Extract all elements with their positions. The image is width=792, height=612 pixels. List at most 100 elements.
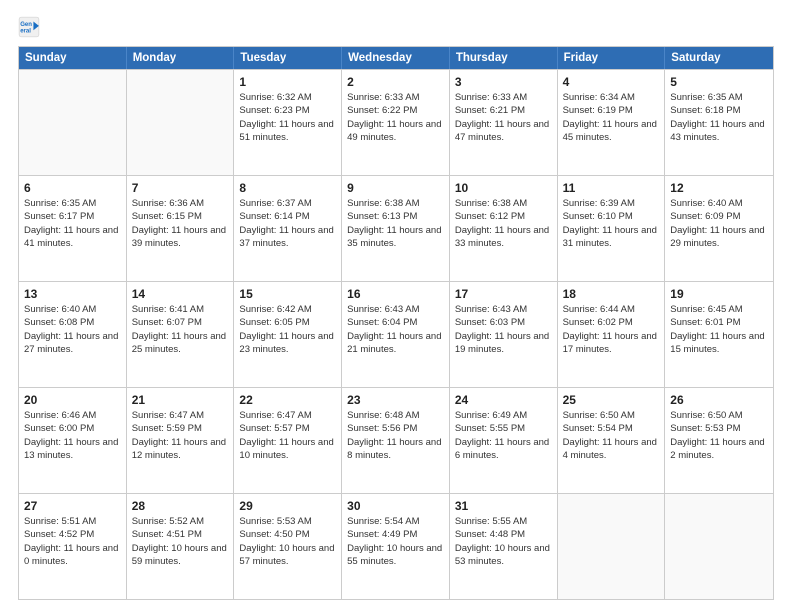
svg-text:eral: eral: [20, 29, 31, 35]
day-cell-2: 2Sunrise: 6:33 AMSunset: 6:22 PMDaylight…: [342, 70, 450, 175]
day-cell-17: 17Sunrise: 6:43 AMSunset: 6:03 PMDayligh…: [450, 282, 558, 387]
day-info-3: Sunrise: 6:33 AMSunset: 6:21 PMDaylight:…: [455, 91, 552, 144]
day-cell-12: 12Sunrise: 6:40 AMSunset: 6:09 PMDayligh…: [665, 176, 773, 281]
day-cell-6: 6Sunrise: 6:35 AMSunset: 6:17 PMDaylight…: [19, 176, 127, 281]
day-info-7: Sunrise: 6:36 AMSunset: 6:15 PMDaylight:…: [132, 197, 229, 250]
day-number-7: 7: [132, 180, 229, 196]
day-cell-16: 16Sunrise: 6:43 AMSunset: 6:04 PMDayligh…: [342, 282, 450, 387]
weekday-header-friday: Friday: [558, 47, 666, 69]
day-info-30: Sunrise: 5:54 AMSunset: 4:49 PMDaylight:…: [347, 515, 444, 568]
day-number-26: 26: [670, 392, 768, 408]
day-number-3: 3: [455, 74, 552, 90]
day-cell-10: 10Sunrise: 6:38 AMSunset: 6:12 PMDayligh…: [450, 176, 558, 281]
day-info-23: Sunrise: 6:48 AMSunset: 5:56 PMDaylight:…: [347, 409, 444, 462]
day-cell-20: 20Sunrise: 6:46 AMSunset: 6:00 PMDayligh…: [19, 388, 127, 493]
weekday-header-wednesday: Wednesday: [342, 47, 450, 69]
day-cell-18: 18Sunrise: 6:44 AMSunset: 6:02 PMDayligh…: [558, 282, 666, 387]
logo-icon: Gen eral: [18, 16, 40, 38]
day-cell-15: 15Sunrise: 6:42 AMSunset: 6:05 PMDayligh…: [234, 282, 342, 387]
day-number-17: 17: [455, 286, 552, 302]
day-cell-21: 21Sunrise: 6:47 AMSunset: 5:59 PMDayligh…: [127, 388, 235, 493]
day-number-9: 9: [347, 180, 444, 196]
day-number-24: 24: [455, 392, 552, 408]
day-info-11: Sunrise: 6:39 AMSunset: 6:10 PMDaylight:…: [563, 197, 660, 250]
day-info-10: Sunrise: 6:38 AMSunset: 6:12 PMDaylight:…: [455, 197, 552, 250]
day-info-5: Sunrise: 6:35 AMSunset: 6:18 PMDaylight:…: [670, 91, 768, 144]
day-info-29: Sunrise: 5:53 AMSunset: 4:50 PMDaylight:…: [239, 515, 336, 568]
day-number-1: 1: [239, 74, 336, 90]
day-number-18: 18: [563, 286, 660, 302]
day-cell-9: 9Sunrise: 6:38 AMSunset: 6:13 PMDaylight…: [342, 176, 450, 281]
empty-cell: [127, 70, 235, 175]
day-number-20: 20: [24, 392, 121, 408]
day-number-6: 6: [24, 180, 121, 196]
day-info-31: Sunrise: 5:55 AMSunset: 4:48 PMDaylight:…: [455, 515, 552, 568]
day-info-6: Sunrise: 6:35 AMSunset: 6:17 PMDaylight:…: [24, 197, 121, 250]
day-info-28: Sunrise: 5:52 AMSunset: 4:51 PMDaylight:…: [132, 515, 229, 568]
day-cell-26: 26Sunrise: 6:50 AMSunset: 5:53 PMDayligh…: [665, 388, 773, 493]
svg-text:Gen: Gen: [20, 22, 32, 28]
page: Gen eral SundayMondayTuesdayWednesdayThu…: [0, 0, 792, 612]
day-cell-4: 4Sunrise: 6:34 AMSunset: 6:19 PMDaylight…: [558, 70, 666, 175]
day-cell-22: 22Sunrise: 6:47 AMSunset: 5:57 PMDayligh…: [234, 388, 342, 493]
day-info-13: Sunrise: 6:40 AMSunset: 6:08 PMDaylight:…: [24, 303, 121, 356]
day-number-8: 8: [239, 180, 336, 196]
day-number-13: 13: [24, 286, 121, 302]
day-info-21: Sunrise: 6:47 AMSunset: 5:59 PMDaylight:…: [132, 409, 229, 462]
day-cell-27: 27Sunrise: 5:51 AMSunset: 4:52 PMDayligh…: [19, 494, 127, 599]
day-number-21: 21: [132, 392, 229, 408]
day-number-2: 2: [347, 74, 444, 90]
header: Gen eral: [18, 16, 774, 38]
week-row-1: 1Sunrise: 6:32 AMSunset: 6:23 PMDaylight…: [19, 69, 773, 175]
day-info-16: Sunrise: 6:43 AMSunset: 6:04 PMDaylight:…: [347, 303, 444, 356]
day-number-11: 11: [563, 180, 660, 196]
day-cell-1: 1Sunrise: 6:32 AMSunset: 6:23 PMDaylight…: [234, 70, 342, 175]
day-cell-8: 8Sunrise: 6:37 AMSunset: 6:14 PMDaylight…: [234, 176, 342, 281]
day-cell-25: 25Sunrise: 6:50 AMSunset: 5:54 PMDayligh…: [558, 388, 666, 493]
day-info-14: Sunrise: 6:41 AMSunset: 6:07 PMDaylight:…: [132, 303, 229, 356]
day-cell-29: 29Sunrise: 5:53 AMSunset: 4:50 PMDayligh…: [234, 494, 342, 599]
day-number-22: 22: [239, 392, 336, 408]
day-number-15: 15: [239, 286, 336, 302]
day-cell-31: 31Sunrise: 5:55 AMSunset: 4:48 PMDayligh…: [450, 494, 558, 599]
day-cell-28: 28Sunrise: 5:52 AMSunset: 4:51 PMDayligh…: [127, 494, 235, 599]
weekday-header-thursday: Thursday: [450, 47, 558, 69]
day-cell-24: 24Sunrise: 6:49 AMSunset: 5:55 PMDayligh…: [450, 388, 558, 493]
day-info-25: Sunrise: 6:50 AMSunset: 5:54 PMDaylight:…: [563, 409, 660, 462]
day-info-2: Sunrise: 6:33 AMSunset: 6:22 PMDaylight:…: [347, 91, 444, 144]
day-info-27: Sunrise: 5:51 AMSunset: 4:52 PMDaylight:…: [24, 515, 121, 568]
weekday-header-sunday: Sunday: [19, 47, 127, 69]
logo: Gen eral: [18, 16, 42, 38]
day-info-8: Sunrise: 6:37 AMSunset: 6:14 PMDaylight:…: [239, 197, 336, 250]
day-number-16: 16: [347, 286, 444, 302]
day-info-19: Sunrise: 6:45 AMSunset: 6:01 PMDaylight:…: [670, 303, 768, 356]
day-info-9: Sunrise: 6:38 AMSunset: 6:13 PMDaylight:…: [347, 197, 444, 250]
calendar-body: 1Sunrise: 6:32 AMSunset: 6:23 PMDaylight…: [19, 69, 773, 599]
day-info-4: Sunrise: 6:34 AMSunset: 6:19 PMDaylight:…: [563, 91, 660, 144]
day-number-5: 5: [670, 74, 768, 90]
day-cell-14: 14Sunrise: 6:41 AMSunset: 6:07 PMDayligh…: [127, 282, 235, 387]
day-info-17: Sunrise: 6:43 AMSunset: 6:03 PMDaylight:…: [455, 303, 552, 356]
day-info-22: Sunrise: 6:47 AMSunset: 5:57 PMDaylight:…: [239, 409, 336, 462]
day-info-12: Sunrise: 6:40 AMSunset: 6:09 PMDaylight:…: [670, 197, 768, 250]
day-number-31: 31: [455, 498, 552, 514]
day-number-23: 23: [347, 392, 444, 408]
week-row-3: 13Sunrise: 6:40 AMSunset: 6:08 PMDayligh…: [19, 281, 773, 387]
day-info-18: Sunrise: 6:44 AMSunset: 6:02 PMDaylight:…: [563, 303, 660, 356]
day-cell-3: 3Sunrise: 6:33 AMSunset: 6:21 PMDaylight…: [450, 70, 558, 175]
day-number-12: 12: [670, 180, 768, 196]
day-cell-11: 11Sunrise: 6:39 AMSunset: 6:10 PMDayligh…: [558, 176, 666, 281]
day-cell-5: 5Sunrise: 6:35 AMSunset: 6:18 PMDaylight…: [665, 70, 773, 175]
day-cell-30: 30Sunrise: 5:54 AMSunset: 4:49 PMDayligh…: [342, 494, 450, 599]
day-number-25: 25: [563, 392, 660, 408]
day-cell-13: 13Sunrise: 6:40 AMSunset: 6:08 PMDayligh…: [19, 282, 127, 387]
weekday-header-saturday: Saturday: [665, 47, 773, 69]
day-number-4: 4: [563, 74, 660, 90]
week-row-2: 6Sunrise: 6:35 AMSunset: 6:17 PMDaylight…: [19, 175, 773, 281]
calendar-header-row: SundayMondayTuesdayWednesdayThursdayFrid…: [19, 47, 773, 69]
day-cell-19: 19Sunrise: 6:45 AMSunset: 6:01 PMDayligh…: [665, 282, 773, 387]
day-number-29: 29: [239, 498, 336, 514]
day-info-1: Sunrise: 6:32 AMSunset: 6:23 PMDaylight:…: [239, 91, 336, 144]
day-number-14: 14: [132, 286, 229, 302]
day-number-19: 19: [670, 286, 768, 302]
